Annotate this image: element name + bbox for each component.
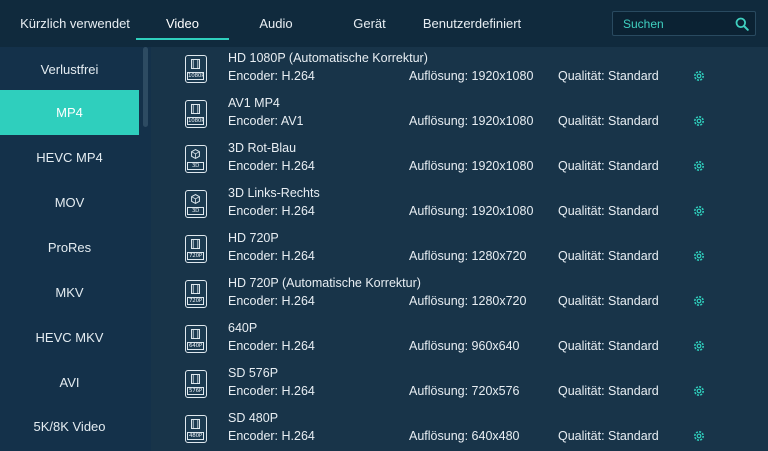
format-category-sidebar: Verlustfrei MP4 HEVC MP4 MOV ProRes MKV …	[0, 47, 151, 451]
format-quality: Qualität: Standard	[558, 159, 659, 173]
format-quality: Qualität: Standard	[558, 114, 659, 128]
format-encoder: Encoder: H.264	[228, 429, 315, 443]
film-icon: 640P	[185, 325, 207, 353]
format-row-640p[interactable]: 640P 640P Encoder: H.264 Auflösung: 960x…	[151, 317, 768, 362]
format-resolution: Auflösung: 720x576	[409, 384, 520, 398]
format-resolution: Auflösung: 1920x1080	[409, 114, 534, 128]
format-tab-bar: Kürzlich verwendet Video Audio Gerät Ben…	[0, 0, 768, 47]
format-quality: Qualität: Standard	[558, 384, 659, 398]
format-quality: Qualität: Standard	[558, 69, 659, 83]
sidebar-item-mp4[interactable]: MP4	[0, 90, 139, 135]
resolution-tag: 1080P	[187, 117, 204, 125]
format-row-av1-mp4[interactable]: 1080P AV1 MP4 Encoder: AV1 Auflösung: 19…	[151, 92, 768, 137]
format-title: SD 576P	[228, 366, 279, 380]
resolution-tag: 720P	[187, 297, 204, 305]
format-resolution: Auflösung: 1280x720	[409, 249, 527, 263]
format-row-hd-720p[interactable]: 720P HD 720P Encoder: H.264 Auflösung: 1…	[151, 227, 768, 272]
film-icon: 1080P	[185, 55, 207, 83]
cube-icon: 3D	[185, 190, 207, 218]
sidebar-item-mov[interactable]: MOV	[0, 180, 139, 225]
format-row-hd-720p-auto[interactable]: 720P HD 720P (Automatische Korrektur) En…	[151, 272, 768, 317]
resolution-tag: 640P	[187, 342, 204, 350]
resolution-tag: 720P	[187, 252, 204, 260]
format-quality: Qualität: Standard	[558, 429, 659, 443]
resolution-tag: 576P	[187, 387, 204, 395]
format-encoder: Encoder: H.264	[228, 249, 315, 263]
format-quality: Qualität: Standard	[558, 294, 659, 308]
gear-icon[interactable]	[692, 429, 706, 443]
format-list: 1080P HD 1080P (Automatische Korrektur) …	[151, 47, 768, 451]
sidebar-item-mkv[interactable]: MKV	[0, 270, 139, 315]
sidebar-item-avi[interactable]: AVI	[0, 360, 139, 405]
gear-icon[interactable]	[692, 204, 706, 218]
format-row-sd-576p[interactable]: 576P SD 576P Encoder: H.264 Auflösung: 7…	[151, 362, 768, 407]
format-row-hd-1080p-auto[interactable]: 1080P HD 1080P (Automatische Korrektur) …	[151, 47, 768, 92]
format-encoder: Encoder: H.264	[228, 339, 315, 353]
gear-icon[interactable]	[692, 294, 706, 308]
resolution-tag: 480P	[187, 432, 204, 440]
format-title: 3D Rot-Blau	[228, 141, 297, 155]
format-title: HD 720P	[228, 231, 279, 245]
sidebar-item-prores[interactable]: ProRes	[0, 225, 139, 270]
tab-device[interactable]: Gerät	[342, 0, 397, 47]
sidebar-item-hevc-mp4[interactable]: HEVC MP4	[0, 135, 139, 180]
sidebar-scrollbar[interactable]	[143, 47, 148, 127]
gear-icon[interactable]	[692, 249, 706, 263]
format-row-3d-left-right[interactable]: 3D 3D Links-Rechts Encoder: H.264 Auflös…	[151, 182, 768, 227]
format-title: 3D Links-Rechts	[228, 186, 320, 200]
format-resolution: Auflösung: 1920x1080	[409, 204, 534, 218]
sidebar-item-hevc-mkv[interactable]: HEVC MKV	[0, 315, 139, 360]
gear-icon[interactable]	[692, 159, 706, 173]
format-resolution: Auflösung: 1280x720	[409, 294, 527, 308]
gear-icon[interactable]	[692, 339, 706, 353]
sidebar-item-lossless[interactable]: Verlustfrei	[0, 47, 139, 92]
format-encoder: Encoder: H.264	[228, 69, 315, 83]
film-icon: 720P	[185, 280, 207, 308]
format-title: SD 480P	[228, 411, 279, 425]
tab-recent[interactable]: Kürzlich verwendet	[14, 0, 136, 47]
resolution-tag: 1080P	[187, 72, 204, 80]
format-quality: Qualität: Standard	[558, 204, 659, 218]
format-title: HD 1080P (Automatische Korrektur)	[228, 51, 428, 65]
gear-icon[interactable]	[692, 384, 706, 398]
format-row-sd-480p[interactable]: 480P SD 480P Encoder: H.264 Auflösung: 6…	[151, 407, 768, 451]
sidebar-item-5k-8k-video[interactable]: 5K/8K Video	[0, 404, 139, 449]
film-icon: 720P	[185, 235, 207, 263]
tab-video[interactable]: Video	[136, 0, 229, 47]
film-icon: 1080P	[185, 100, 207, 128]
film-icon: 576P	[185, 370, 207, 398]
search-icon[interactable]	[735, 17, 749, 31]
format-resolution: Auflösung: 960x640	[409, 339, 520, 353]
format-encoder: Encoder: H.264	[228, 384, 315, 398]
format-resolution: Auflösung: 1920x1080	[409, 159, 534, 173]
format-title: 640P	[228, 321, 258, 335]
format-quality: Qualität: Standard	[558, 339, 659, 353]
format-row-3d-red-blue[interactable]: 3D 3D Rot-Blau Encoder: H.264 Auflösung:…	[151, 137, 768, 182]
format-title: HD 720P (Automatische Korrektur)	[228, 276, 421, 290]
resolution-tag: 3D	[187, 207, 204, 215]
resolution-tag: 3D	[187, 162, 204, 170]
film-icon: 480P	[185, 415, 207, 443]
format-encoder: Encoder: H.264	[228, 294, 315, 308]
format-quality: Qualität: Standard	[558, 249, 659, 263]
gear-icon[interactable]	[692, 114, 706, 128]
search-box	[612, 11, 756, 36]
format-encoder: Encoder: H.264	[228, 159, 315, 173]
format-encoder: Encoder: H.264	[228, 204, 315, 218]
cube-icon: 3D	[185, 145, 207, 173]
format-resolution: Auflösung: 1920x1080	[409, 69, 534, 83]
tab-audio[interactable]: Audio	[246, 0, 306, 47]
tab-custom[interactable]: Benutzerdefiniert	[416, 0, 528, 47]
search-input[interactable]	[623, 14, 733, 33]
format-encoder: Encoder: AV1	[228, 114, 304, 128]
gear-icon[interactable]	[692, 69, 706, 83]
format-title: AV1 MP4	[228, 96, 280, 110]
format-resolution: Auflösung: 640x480	[409, 429, 520, 443]
